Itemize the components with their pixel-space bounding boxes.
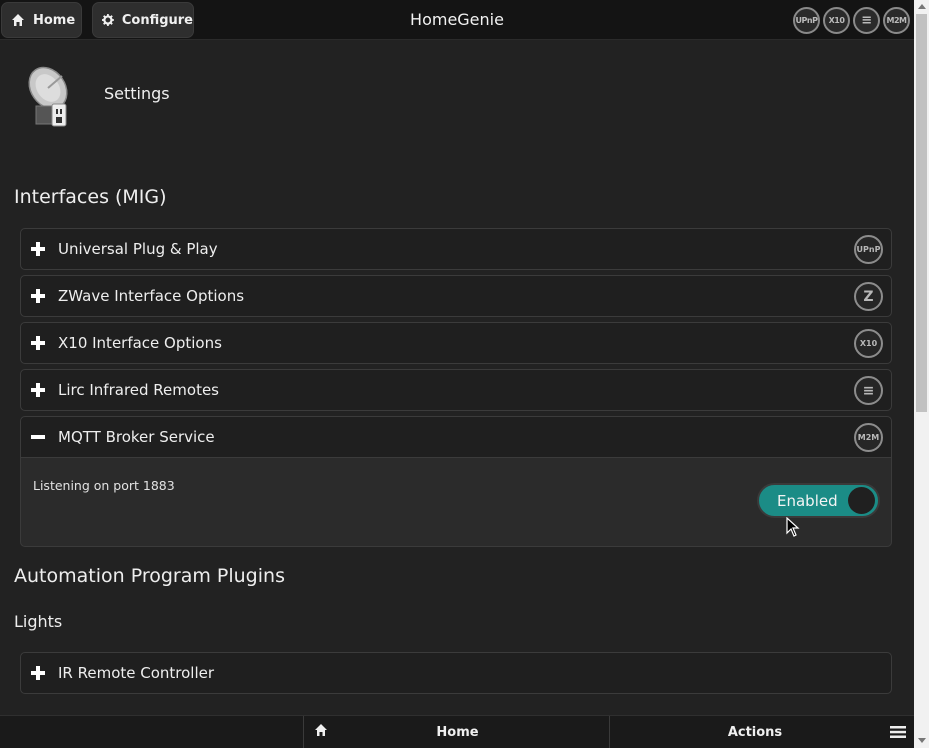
toggle-knob[interactable] xyxy=(848,487,875,514)
accordion-lirc[interactable]: Lirc Infrared Remotes ≡ xyxy=(20,369,892,411)
accordion-label: IR Remote Controller xyxy=(58,664,215,682)
bottom-actions-label: Actions xyxy=(727,725,783,740)
page-scrollbar[interactable] xyxy=(914,0,929,748)
accordion-label: MQTT Broker Service xyxy=(58,428,215,446)
section-title-plugins: Automation Program Plugins xyxy=(14,565,285,587)
expand-plus-icon xyxy=(31,383,45,397)
subsection-title-lights: Lights xyxy=(14,612,63,631)
homegenie-page: Home Configure HomeGenie UPnP X10 ≡ M2M … xyxy=(0,0,929,748)
page-title: Settings xyxy=(104,84,170,103)
m2m-icon: M2M xyxy=(854,423,883,452)
lirc-icon: ≡ xyxy=(854,376,883,405)
app-title: HomeGenie xyxy=(410,10,504,29)
accordion-zwave[interactable]: ZWave Interface Options Z xyxy=(20,275,892,317)
bottom-nav-bar: Home Actions xyxy=(0,715,914,748)
header-status-icons: UPnP X10 ≡ M2M xyxy=(793,7,910,34)
accordion-label: ZWave Interface Options xyxy=(58,287,245,305)
expand-plus-icon xyxy=(31,666,45,680)
upnp-icon: UPnP xyxy=(854,235,883,264)
expand-plus-icon xyxy=(31,242,45,256)
m2m-icon[interactable]: M2M xyxy=(883,7,910,34)
collapse-minus-icon xyxy=(31,435,45,439)
accordion-x10[interactable]: X10 Interface Options X10 xyxy=(20,322,892,364)
mqtt-enabled-toggle[interactable]: Enabled xyxy=(757,483,880,518)
bottom-actions-button[interactable]: Actions xyxy=(610,716,914,748)
top-header-bar: Home Configure HomeGenie UPnP X10 ≡ M2M xyxy=(0,0,914,40)
scroll-down-arrow-icon[interactable] xyxy=(918,738,926,743)
scroll-up-arrow-icon[interactable] xyxy=(918,4,926,9)
mqtt-panel: Listening on port 1883 Enabled xyxy=(20,458,892,547)
accordion-upnp[interactable]: Universal Plug & Play UPnP xyxy=(20,228,892,270)
section-title-interfaces: Interfaces (MIG) xyxy=(14,186,167,208)
bottom-home-button[interactable]: Home xyxy=(303,716,610,748)
accordion-ir-remote-controller[interactable]: IR Remote Controller xyxy=(20,652,892,694)
expand-plus-icon xyxy=(31,336,45,350)
zwave-icon: Z xyxy=(854,282,883,311)
x10-icon[interactable]: X10 xyxy=(823,7,850,34)
mouse-cursor-icon xyxy=(786,517,800,537)
accordion-mqtt[interactable]: MQTT Broker Service M2M xyxy=(20,416,892,458)
menu-list-icon[interactable] xyxy=(890,725,906,739)
scrollbar-thumb[interactable] xyxy=(916,14,927,412)
expand-plus-icon xyxy=(31,289,45,303)
satellite-dish-icon xyxy=(28,66,68,127)
accordion-label: X10 Interface Options xyxy=(58,334,222,352)
upnp-icon[interactable]: UPnP xyxy=(793,7,820,34)
toggle-label: Enabled xyxy=(777,491,838,510)
accordion-label: Universal Plug & Play xyxy=(58,240,218,258)
bottom-home-label: Home xyxy=(436,725,479,740)
accordion-label: Lirc Infrared Remotes xyxy=(58,381,219,399)
x10-icon: X10 xyxy=(854,329,883,358)
lirc-icon[interactable]: ≡ xyxy=(853,7,880,34)
mqtt-status-text: Listening on port 1883 xyxy=(33,478,175,493)
